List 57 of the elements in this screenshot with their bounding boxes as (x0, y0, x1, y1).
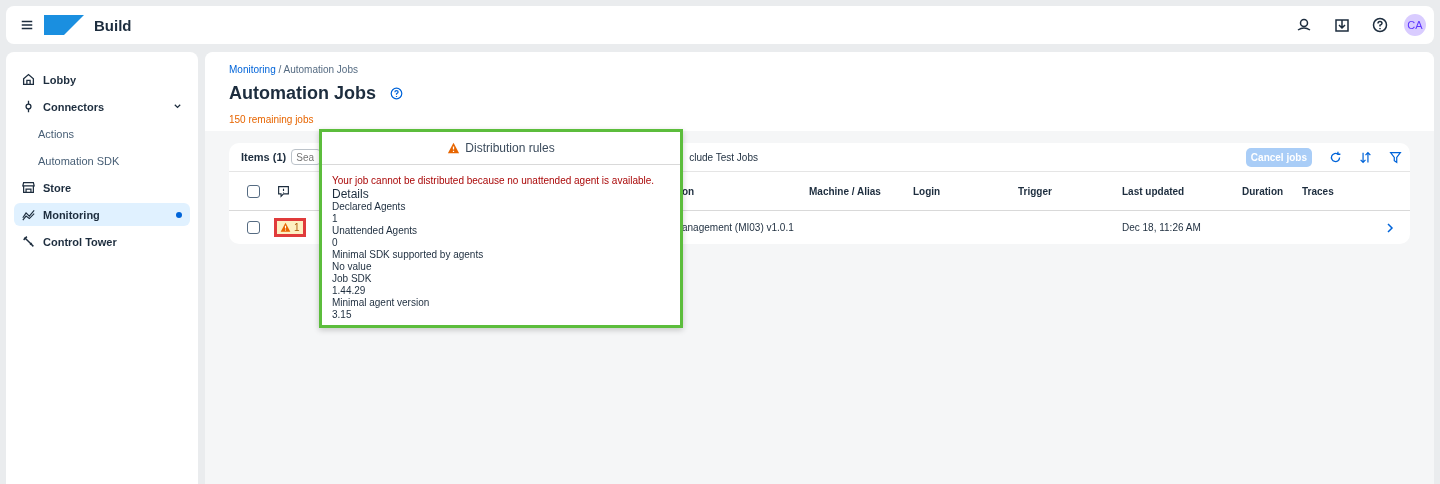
chevron-right-icon[interactable] (1386, 222, 1394, 233)
sidebar-subitem[interactable]: Actions (14, 122, 190, 145)
inbox-icon[interactable] (1334, 17, 1350, 33)
user-avatar[interactable]: CA (1404, 14, 1426, 36)
help-icon[interactable] (1372, 17, 1388, 33)
test-jobs-label: clude Test Jobs (689, 151, 758, 163)
status-dot (176, 211, 182, 218)
breadcrumb: Monitoring / Automation Jobs (229, 64, 359, 75)
detail-line: 0 (332, 237, 339, 249)
row-checkbox[interactable] (247, 221, 260, 234)
comment-icon (277, 184, 290, 198)
column-header: Duration (1242, 185, 1285, 197)
store-icon (22, 181, 35, 194)
detail-line: Minimal agent version (332, 297, 431, 309)
detail-line: Unattended Agents (332, 225, 419, 237)
home-icon (22, 73, 35, 86)
table-cell-text: anagement (MI03) v1.0.1 (682, 222, 795, 233)
items-count: Items (1) (241, 151, 287, 163)
detail-line: Job SDK (332, 273, 373, 285)
sidebar-item[interactable]: Store (14, 176, 190, 199)
sidebar-item[interactable]: Monitoring (14, 203, 190, 226)
detail-line: No value (332, 261, 373, 273)
sidebar-subitem[interactable]: Automation SDK (14, 149, 190, 172)
detail-line: 1 (332, 213, 339, 225)
column-header: Traces (1302, 185, 1335, 197)
search-field[interactable]: Sea (291, 149, 322, 165)
detail-line: 3.15 (332, 309, 353, 321)
warning-icon (447, 142, 461, 154)
page-title: Automation Jobs (229, 83, 376, 104)
chevron-icon[interactable] (173, 102, 182, 111)
details-heading: Details (332, 187, 370, 201)
detail-line: 1.44.29 (332, 285, 367, 297)
table-cell-text: Dec 18, 11:26 AM (1122, 222, 1202, 233)
chart-line-icon (22, 208, 35, 221)
sidebar-item[interactable]: Lobby (14, 68, 190, 91)
breadcrumb-link[interactable]: Monitoring (229, 64, 276, 75)
error-message: Your job cannot be distributed because no unattended agent is available. (332, 175, 656, 187)
wrench-icon (22, 235, 35, 248)
filter-icon[interactable] (1389, 150, 1402, 164)
remaining-jobs: 150 remaining jobs (229, 114, 315, 125)
sidebar-item[interactable]: Control Tower (14, 230, 190, 253)
menu-icon[interactable] (20, 18, 34, 32)
product-name: Build (94, 16, 132, 34)
connector-icon (22, 100, 35, 113)
column-header: Machine / Alias (809, 185, 882, 197)
detail-line: Declared Agents (332, 201, 407, 213)
refresh-icon[interactable] (1329, 150, 1342, 164)
column-header: Trigger (1018, 185, 1053, 197)
column-header: Last updated (1122, 185, 1186, 197)
detail-line: Minimal SDK supported by agents (332, 249, 485, 261)
sort-icon[interactable] (1359, 150, 1372, 164)
warning-badge[interactable]: 1 (277, 221, 303, 234)
sidebar-item[interactable]: Connectors (14, 95, 190, 118)
logo-icon[interactable] (44, 15, 84, 35)
column-header: Login (913, 185, 942, 197)
popover-title: Distribution rules (465, 141, 555, 155)
select-all-checkbox[interactable] (247, 184, 260, 198)
